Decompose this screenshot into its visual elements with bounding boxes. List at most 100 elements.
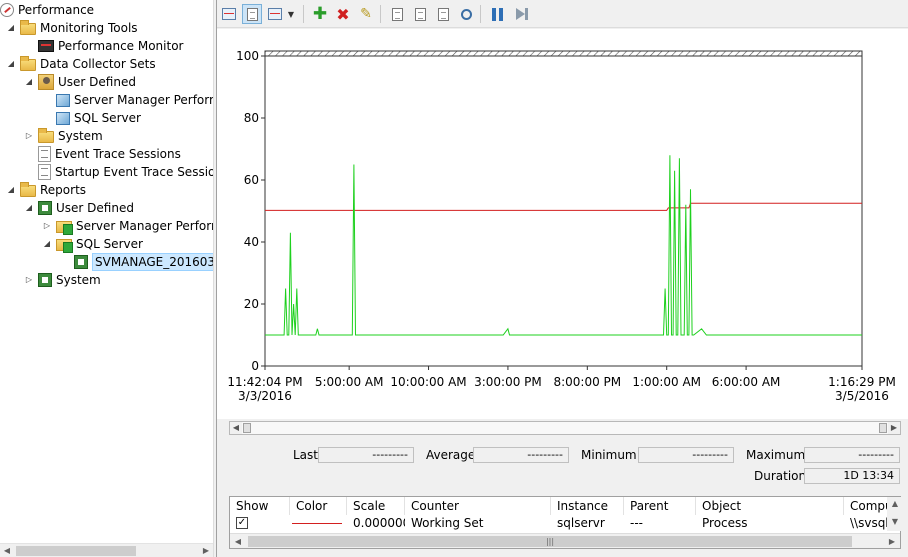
x-tick-label: 1:00:00 AM bbox=[632, 375, 701, 389]
folder-icon bbox=[20, 20, 36, 35]
add-counter-button[interactable]: ✚ bbox=[310, 4, 330, 24]
expand-arrow-icon[interactable]: ▷ bbox=[42, 217, 52, 235]
column-header-show[interactable]: Show bbox=[230, 497, 290, 515]
scroll-right-icon[interactable]: ▶ bbox=[199, 544, 213, 557]
tree-horizontal-scrollbar[interactable]: ◀ ▶ bbox=[0, 543, 213, 557]
performance-graph[interactable]: 0 20 40 60 80 100 11:42:04 PM 3/3/2016 5:00:00 A… bbox=[217, 29, 908, 419]
tree-item-performance[interactable]: Performance bbox=[0, 1, 94, 19]
toolbar-separator bbox=[380, 5, 381, 23]
clipboard-icon bbox=[414, 7, 426, 21]
tree-item-reports[interactable]: ◢ Reports bbox=[6, 181, 86, 199]
scroll-left-icon[interactable]: ◀ bbox=[0, 544, 14, 557]
counter-list[interactable]: Show Color Scale Counter Instance Parent… bbox=[229, 496, 901, 549]
copy-icon bbox=[391, 7, 403, 21]
column-header-parent[interactable]: Parent bbox=[624, 497, 696, 515]
y-tick-label: 20 bbox=[244, 297, 259, 311]
freeze-display-button[interactable] bbox=[487, 4, 507, 24]
trace-log-icon bbox=[38, 164, 51, 180]
tree-item-dcs-server-manager[interactable]: Server Manager Performa bbox=[42, 91, 213, 109]
scrollbar-thumb[interactable] bbox=[16, 546, 136, 556]
column-header-color[interactable]: Color bbox=[290, 497, 347, 515]
tree-item-reports-system[interactable]: ▷ System bbox=[24, 271, 101, 289]
zoom-button[interactable] bbox=[456, 4, 476, 24]
report-folder-icon bbox=[56, 221, 73, 235]
highlight-pen-icon: ✎ bbox=[360, 6, 372, 22]
tree-item-reports-user-defined[interactable]: ◢ User Defined bbox=[24, 199, 134, 217]
collapse-arrow-icon[interactable]: ◢ bbox=[6, 19, 16, 37]
time-range-start-handle[interactable] bbox=[243, 423, 251, 433]
tree-item-startup-event-trace-sessions[interactable]: Startup Event Trace Sessions bbox=[24, 163, 213, 181]
x-tick-label: 6:00:00 AM bbox=[712, 375, 781, 389]
x-tick-date-label: 3/5/2016 bbox=[835, 389, 889, 403]
column-header-instance[interactable]: Instance bbox=[551, 497, 624, 515]
collapse-arrow-icon[interactable]: ◢ bbox=[24, 199, 34, 217]
collapse-arrow-icon[interactable]: ◢ bbox=[6, 181, 16, 199]
magnifier-icon bbox=[460, 8, 472, 20]
y-tick-label: 0 bbox=[251, 359, 259, 373]
tree-item-dcs-sql-server[interactable]: SQL Server bbox=[42, 109, 141, 127]
scroll-right-icon[interactable]: ▶ bbox=[884, 534, 900, 548]
view-graph-button[interactable] bbox=[219, 4, 239, 24]
tree-item-monitoring-tools[interactable]: ◢ Monitoring Tools bbox=[6, 19, 138, 37]
highlight-button[interactable]: ✎ bbox=[356, 4, 376, 24]
counter-list-horizontal-scrollbar[interactable]: ◀ ||| ▶ bbox=[230, 533, 900, 548]
duration-label: Duration bbox=[754, 469, 807, 483]
graph-type-dropdown[interactable]: ▼ bbox=[285, 4, 297, 24]
tree-item-data-collector-sets[interactable]: ◢ Data Collector Sets bbox=[6, 55, 156, 73]
scroll-up-icon[interactable]: ▲ bbox=[887, 497, 903, 511]
collapse-arrow-icon[interactable]: ◢ bbox=[42, 235, 52, 253]
graph-type-icon bbox=[268, 8, 282, 20]
report-icon bbox=[74, 255, 88, 269]
collapse-arrow-icon[interactable]: ◢ bbox=[24, 73, 34, 91]
column-header-scale[interactable]: Scale bbox=[347, 497, 405, 515]
x-tick-label: 8:00:00 PM bbox=[553, 375, 621, 389]
scroll-left-icon[interactable]: ◀ bbox=[230, 422, 242, 434]
time-range-scrollbar[interactable]: ◀ ▶ bbox=[229, 421, 901, 435]
expand-arrow-icon[interactable]: ▷ bbox=[24, 127, 34, 145]
tree-item-event-trace-sessions[interactable]: Event Trace Sessions bbox=[24, 145, 181, 163]
last-label: Last bbox=[293, 448, 318, 462]
copy-properties-button[interactable] bbox=[387, 4, 407, 24]
performance-monitor-pane: ▼ ✚ ✖ ✎ 0 20 40 60 80 100 11:42:04 PM 3/3/2016 5… bbox=[217, 0, 908, 557]
toolbar: ▼ ✚ ✖ ✎ bbox=[217, 0, 908, 28]
duration-value: 1D 13:34 bbox=[804, 468, 900, 484]
tree-item-reports-server-manager[interactable]: ▷ Server Manager Performa bbox=[42, 217, 213, 235]
y-tick-label: 80 bbox=[244, 111, 259, 125]
delete-counter-button[interactable]: ✖ bbox=[333, 4, 353, 24]
y-tick-label: 40 bbox=[244, 235, 259, 249]
view-report-button[interactable] bbox=[242, 4, 262, 24]
column-header-object[interactable]: Object bbox=[696, 497, 844, 515]
properties-button[interactable] bbox=[433, 4, 453, 24]
parent-cell: --- bbox=[630, 516, 643, 530]
scroll-left-icon[interactable]: ◀ bbox=[230, 534, 246, 548]
tree-item-dcs-system[interactable]: ▷ System bbox=[24, 127, 103, 145]
tree-item-svmanage-report[interactable]: SVMANAGE_20160303 bbox=[60, 253, 213, 271]
paste-counter-list-button[interactable] bbox=[410, 4, 430, 24]
graph-icon bbox=[222, 8, 236, 20]
series-color-swatch bbox=[292, 523, 342, 524]
scroll-down-icon[interactable]: ▼ bbox=[887, 515, 903, 529]
show-checkbox[interactable]: ✓ bbox=[236, 517, 248, 529]
minimum-label: Minimum bbox=[581, 448, 637, 462]
x-tick-label: 1:16:29 PM bbox=[828, 375, 896, 389]
tree-item-performance-monitor[interactable]: Performance Monitor bbox=[24, 37, 183, 55]
scroll-right-icon[interactable]: ▶ bbox=[888, 422, 900, 434]
update-data-button[interactable] bbox=[510, 4, 530, 24]
tree-item-reports-sql-server[interactable]: ◢ SQL Server bbox=[42, 235, 143, 253]
chart-top-band bbox=[264, 50, 863, 57]
expand-arrow-icon[interactable]: ▷ bbox=[24, 271, 34, 289]
counter-list-vertical-scrollbar[interactable]: ▲ ▼ bbox=[887, 497, 903, 531]
time-range-track[interactable] bbox=[242, 422, 888, 434]
column-header-counter[interactable]: Counter bbox=[405, 497, 551, 515]
folder-icon bbox=[20, 182, 36, 197]
collapse-arrow-icon[interactable]: ◢ bbox=[6, 55, 16, 73]
tree-item-dcs-user-defined[interactable]: ◢ User Defined bbox=[24, 73, 136, 91]
user-folder-icon bbox=[38, 74, 54, 90]
scrollbar-thumb[interactable]: ||| bbox=[248, 536, 852, 547]
instance-cell: sqlservr bbox=[557, 516, 605, 530]
minimum-value: --------- bbox=[638, 447, 734, 463]
change-graph-type-button[interactable] bbox=[265, 4, 285, 24]
maximum-label: Maximum bbox=[746, 448, 806, 462]
folder-icon bbox=[38, 128, 54, 143]
time-range-end-handle[interactable] bbox=[879, 423, 887, 433]
